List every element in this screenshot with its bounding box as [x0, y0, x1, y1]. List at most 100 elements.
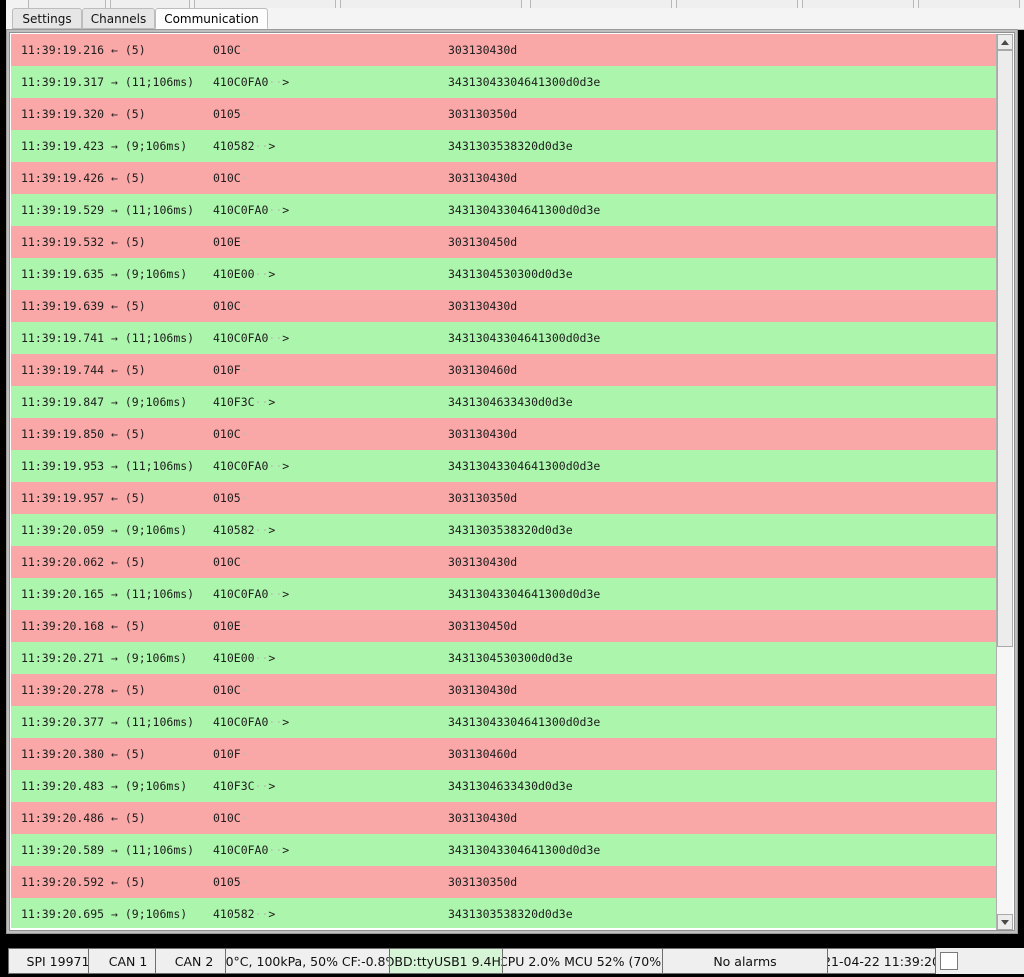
status-segment-obd[interactable]: OBD:ttyUSB1 9.4Hz	[389, 948, 503, 974]
log-row-control-chars: ··	[254, 267, 269, 281]
log-row[interactable]: 11:39:19.953 → (11;106ms) 410C0FA0 ·· >3431…	[11, 450, 999, 482]
log-row-control-chars: ··	[268, 843, 283, 857]
log-row-control-chars: ··	[268, 75, 283, 89]
log-row-prompt-char: >	[268, 395, 276, 409]
horizontal-scrollbar[interactable]	[11, 928, 999, 930]
log-row-hex: 303130430d	[448, 427, 518, 441]
vertical-scrollbar-track[interactable]	[997, 647, 1013, 914]
log-row[interactable]: 11:39:19.847 → (9;106ms) 410F3C ·· >3431304…	[11, 386, 999, 418]
log-row-ascii: 410F3C ·· >	[213, 770, 275, 802]
log-row-timestamp: 11:39:19.741 → (11;106ms)	[21, 331, 195, 345]
log-row-control-chars: ·	[240, 875, 248, 889]
log-row-ascii-text: 410582	[213, 523, 255, 537]
tab-settings[interactable]: Settings	[12, 8, 82, 29]
log-row-ascii: 010C ·	[213, 674, 248, 706]
log-row-prompt-char: >	[282, 75, 290, 89]
log-row[interactable]: 11:39:20.271 → (9;106ms) 410E00 ·· >3431304…	[11, 642, 999, 674]
log-row[interactable]: 11:39:19.850 ← (5) 010C · 303130430d	[11, 418, 999, 450]
status-segment-cpu[interactable]: CPU 2.0% MCU 52% (70%)	[502, 948, 663, 974]
log-row-control-chars: ·	[240, 43, 248, 57]
log-row-timestamp: 11:39:20.486 ← (5)	[21, 811, 146, 825]
log-row[interactable]: 11:39:20.483 → (9;106ms) 410F3C ·· >3431304…	[11, 770, 999, 802]
log-row[interactable]: 11:39:19.744 ← (5) 010F · 303130460d	[11, 354, 999, 386]
log-row-hex: 303130350d	[448, 491, 518, 505]
log-row[interactable]: 11:39:19.529 → (11;106ms) 410C0FA0 ·· >3431…	[11, 194, 999, 226]
log-row[interactable]: 11:39:20.168 ← (5) 010E · 303130450d	[11, 610, 999, 642]
status-segment-alarms[interactable]: No alarms	[662, 948, 828, 974]
log-row-ascii-text: 410E00	[213, 267, 255, 281]
log-row-ascii-text: 410C0FA0	[213, 75, 269, 89]
log-row-ascii: 410C0FA0 ·· >	[213, 578, 289, 610]
log-row-hex: 303130430d	[448, 811, 518, 825]
log-row-ascii: 410C0FA0 ·· >	[213, 194, 289, 226]
log-row[interactable]: 11:39:20.486 ← (5) 010C · 303130430d	[11, 802, 999, 834]
log-row-timestamp: 11:39:19.847 → (9;106ms)	[21, 395, 188, 409]
log-row-control-chars: ··	[268, 459, 283, 473]
log-row[interactable]: 11:39:19.741 → (11;106ms) 410C0FA0 ·· > 3431…	[11, 322, 999, 354]
log-row-ascii: 010C ·	[213, 290, 248, 322]
log-row-timestamp: 11:39:19.957 ← (5)	[21, 491, 146, 505]
log-row-hex: 34313043304641300d0d3e	[448, 331, 601, 345]
log-row[interactable]: 11:39:20.062 ← (5) 010C · 303130430d	[11, 546, 999, 578]
log-row[interactable]: 11:39:19.957 ← (5) 0105 · 303130350d	[11, 482, 999, 514]
log-row[interactable]: 11:39:19.320 ← (5) 0105 · 303130350d	[11, 98, 999, 130]
log-row-control-chars: ·	[240, 299, 248, 313]
log-row-ascii: 410C0FA0 ·· >	[213, 450, 289, 482]
log-row-timestamp: 11:39:19.953 → (11;106ms)	[21, 459, 195, 473]
log-row[interactable]: 11:39:20.377 → (11;106ms) 410C0FA0 ·· >3431…	[11, 706, 999, 738]
log-row[interactable]: 11:39:19.635 → (9;106ms) 410E00 ·· >3431304…	[11, 258, 999, 290]
communication-log-rows[interactable]: 11:39:19.216 ← (5) 010C · 303130430d 11:39:1…	[11, 34, 999, 930]
log-row[interactable]: 11:39:20.059 → (9;106ms) 410582 ·· >3431303…	[11, 514, 999, 546]
log-row-ascii: 010E ·	[213, 226, 248, 258]
log-row-prompt-char: >	[268, 651, 276, 665]
log-row[interactable]: 11:39:19.532 ← (5) 010E · 303130450d	[11, 226, 999, 258]
log-row-ascii: 010C ·	[213, 546, 248, 578]
log-row[interactable]: 11:39:20.278 ← (5) 010C · 303130430d	[11, 674, 999, 706]
status-segment-can2[interactable]: CAN 2	[155, 948, 233, 974]
log-row-ascii-text: 410582	[213, 139, 255, 153]
log-row[interactable]: 11:39:19.639 ← (5) 010C · 303130430d	[11, 290, 999, 322]
log-row[interactable]: 11:39:19.423 → (9;106ms) 410582 ·· >3431303…	[11, 130, 999, 162]
log-row-ascii-text: 010F	[213, 747, 241, 761]
tab-channels[interactable]: Channels	[82, 8, 155, 29]
log-row-hex: 34313043304641300d0d3e	[448, 843, 601, 857]
log-row-timestamp: 11:39:19.529 → (11;106ms)	[21, 203, 195, 217]
vertical-scrollbar-thumb[interactable]	[997, 50, 1013, 647]
log-row-ascii: 410C0FA0 ·· >	[213, 706, 289, 738]
log-row[interactable]: 11:39:19.216 ← (5) 010C · 303130430d	[11, 34, 999, 66]
status-indicator-box[interactable]	[940, 952, 958, 970]
log-row-control-chars: ··	[254, 523, 269, 537]
tab-settings-label: Settings	[22, 11, 72, 26]
log-row-hex: 3431303538320d0d3e	[448, 139, 573, 153]
log-row-ascii-text: 010C	[213, 811, 241, 825]
log-row[interactable]: 11:39:19.317 → (11;106ms) 410C0FA0 ·· >3431…	[11, 66, 999, 98]
log-row-ascii-text: 410C0FA0	[213, 843, 269, 857]
log-row[interactable]: 11:39:20.592 ← (5) 0105 · 303130350d	[11, 866, 999, 898]
tab-communication[interactable]: Communication	[155, 8, 268, 29]
log-row[interactable]: 11:39:20.589 → (11;106ms) 410C0FA0 ·· >3431…	[11, 834, 999, 866]
status-segment-alarms-label: No alarms	[713, 953, 777, 969]
log-row-ascii-text: 010C	[213, 299, 241, 313]
log-row-hex: 303130350d	[448, 875, 518, 889]
log-row-hex: 3431304530300d0d3e	[448, 651, 573, 665]
log-row-timestamp: 11:39:19.850 ← (5)	[21, 427, 146, 441]
tab-channels-label: Channels	[90, 11, 147, 26]
log-row-timestamp: 11:39:20.592 ← (5)	[21, 875, 146, 889]
status-segment-clock[interactable]: 21-04-22 11:39:20	[827, 948, 936, 974]
log-row-ascii: 410C0FA0 ·· >	[213, 322, 289, 354]
log-row-ascii-text: 410C0FA0	[213, 587, 269, 601]
log-row[interactable]: 11:39:20.380 ← (5) 010F · 303130460d	[11, 738, 999, 770]
log-row-ascii: 010C ·	[213, 802, 248, 834]
vertical-scrollbar[interactable]	[996, 34, 1013, 930]
scroll-down-button[interactable]	[997, 914, 1013, 930]
log-row[interactable]: 11:39:20.165 → (11;106ms) 410C0FA0 ·· >3431…	[11, 578, 999, 610]
scroll-down-arrow-icon	[1001, 919, 1009, 925]
log-row-control-chars: ·	[240, 619, 248, 633]
status-segment-can1-label: CAN 1	[108, 953, 148, 969]
status-segment-env[interactable]: 20°C, 100kPa, 50% CF:-0.8%	[225, 948, 390, 974]
log-row-ascii: 0105 ·	[213, 98, 248, 130]
log-row[interactable]: 11:39:19.426 ← (5) 010C · 303130430d	[11, 162, 999, 194]
log-row[interactable]: 11:39:20.695 → (9;106ms) 410582 ·· >3431303…	[11, 898, 999, 930]
log-row-ascii: 410E00 ·· >	[213, 258, 275, 290]
scroll-up-button[interactable]	[997, 34, 1013, 50]
